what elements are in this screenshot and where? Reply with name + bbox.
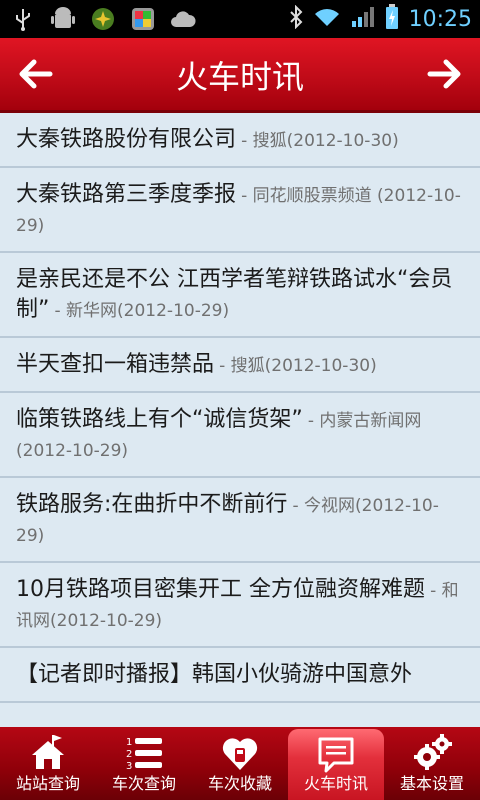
tab-label: 火车时讯	[303, 774, 368, 793]
news-item[interactable]: 【记者即时播报】韩国小伙骑游中国意外	[0, 648, 480, 703]
arrow-right-icon	[427, 59, 461, 89]
tab-train-favorites[interactable]: 车次收藏	[192, 727, 288, 800]
tab-label: 站站查询	[15, 774, 80, 793]
gallery-icon	[130, 6, 156, 32]
bottom-tab-bar: 站站查询 1 2 3 车次查询 车次收藏 火车时讯 基本设置	[0, 727, 480, 800]
news-title: 铁路服务:在曲折中不断前行	[16, 492, 288, 517]
cloud-icon	[170, 6, 196, 32]
title-bar: 火车时讯	[0, 38, 480, 113]
clock: 10:25	[408, 6, 472, 32]
news-item[interactable]: 大秦铁路股份有限公司 - 搜狐(2012-10-30)	[0, 113, 480, 168]
usb-icon	[10, 6, 36, 32]
svg-text:1: 1	[126, 737, 132, 748]
news-title: 大秦铁路股份有限公司	[16, 127, 237, 152]
bluetooth-icon	[289, 4, 303, 33]
news-list[interactable]: 大秦铁路股份有限公司 - 搜狐(2012-10-30) 大秦铁路第三季度季报 -…	[0, 113, 480, 727]
news-item[interactable]: 是亲民还是不公 江西学者笔辩铁路试水“会员制” - 新华网(2012-10-29…	[0, 253, 480, 338]
status-bar: 10:25	[0, 0, 480, 38]
tab-basic-settings[interactable]: 基本设置	[384, 727, 480, 800]
news-item[interactable]: 大秦铁路第三季度季报 - 同花顺股票频道 (2012-10-29)	[0, 168, 480, 253]
tab-label: 车次查询	[111, 774, 176, 793]
news-item[interactable]: 10月铁路项目密集开工 全方位融资解难题 - 和讯网(2012-10-29)	[0, 563, 480, 648]
page-title: 火车时讯	[175, 58, 304, 96]
tab-train-query[interactable]: 1 2 3 车次查询	[96, 727, 192, 800]
news-title: 临策铁路线上有个“诚信货架”	[16, 407, 303, 432]
news-title: 半天查扣一箱违禁品	[16, 352, 215, 377]
battery-icon	[385, 4, 399, 34]
news-item[interactable]: 半天查扣一箱违禁品 - 搜狐(2012-10-30)	[0, 338, 480, 393]
signal-icon	[351, 5, 375, 33]
news-meta: - 新华网(2012-10-29)	[54, 301, 230, 321]
forward-button[interactable]	[424, 54, 464, 94]
gears-icon	[414, 734, 452, 770]
numbered-list-icon: 1 2 3	[126, 737, 162, 772]
tab-station-query[interactable]: 站站查询	[0, 727, 96, 800]
news-item[interactable]: 临策铁路线上有个“诚信货架” - 内蒙古新闻网 (2012-10-29)	[0, 393, 480, 478]
news-item[interactable]: 铁路服务:在曲折中不断前行 - 今视网(2012-10-29)	[0, 478, 480, 563]
wifi-icon	[313, 6, 341, 32]
house-flag-icon	[32, 735, 64, 769]
heart-icon	[222, 738, 258, 770]
app-notification-icon	[90, 6, 116, 32]
news-meta: - 搜狐(2012-10-30)	[219, 356, 377, 376]
news-title: 10月铁路项目密集开工 全方位融资解难题	[16, 577, 425, 602]
news-title: 【记者即时播报】韩国小伙骑游中国意外	[16, 662, 413, 687]
tab-train-news[interactable]: 火车时讯	[288, 729, 384, 800]
android-icon	[50, 6, 76, 32]
svg-text:2: 2	[126, 749, 132, 760]
message-icon	[318, 737, 354, 773]
tab-label: 车次收藏	[207, 774, 272, 793]
news-meta: - 搜狐(2012-10-30)	[241, 131, 399, 151]
news-title: 大秦铁路第三季度季报	[16, 182, 237, 207]
tab-label: 基本设置	[399, 774, 464, 793]
